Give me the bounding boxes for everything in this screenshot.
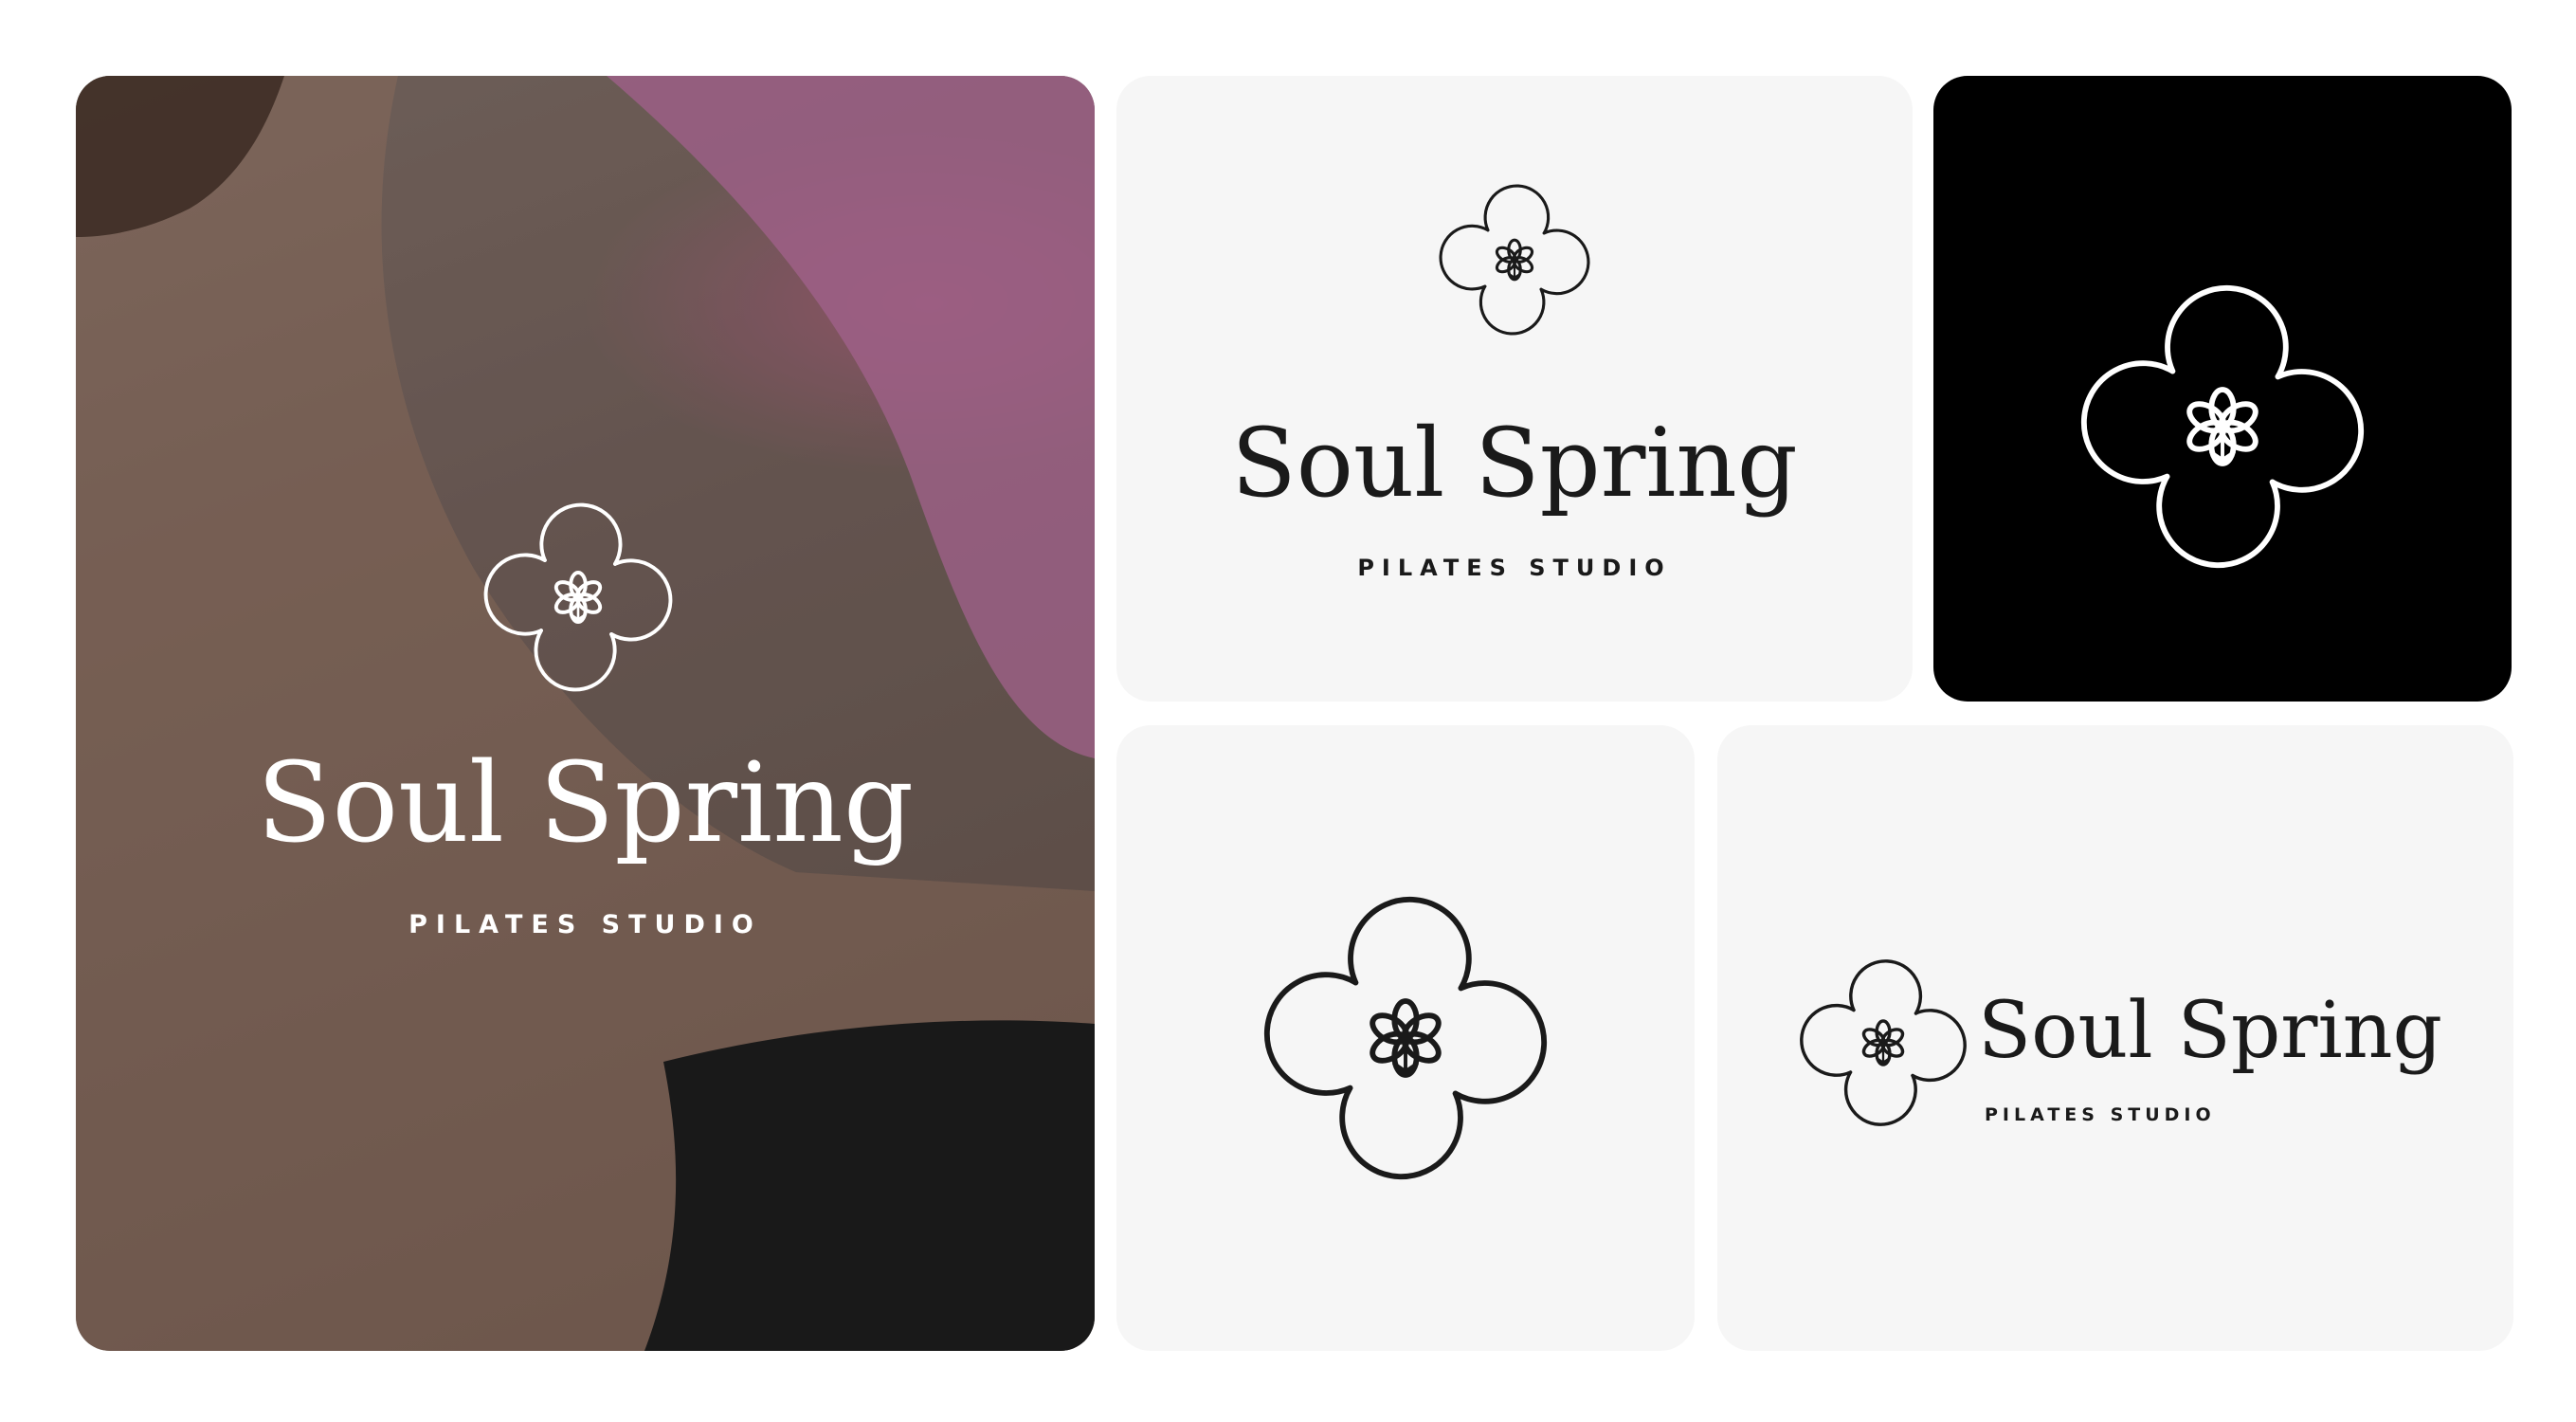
mark-dark-card (1933, 76, 2512, 702)
photo-logo-card: Soul Spring PILATES STUDIO (76, 76, 1095, 1351)
stacked-logo-card: Soul Spring PILATES STUDIO (1116, 76, 1913, 702)
brand-wordmark: Soul Spring (256, 739, 915, 867)
brand-tagline: PILATES STUDIO (1985, 1104, 2216, 1125)
flower-quatrefoil-icon (2038, 242, 2407, 611)
flower-quatrefoil-icon (1416, 161, 1613, 358)
brand-tagline: PILATES STUDIO (408, 910, 762, 939)
horizontal-logo-card: Soul Spring PILATES STUDIO (1717, 725, 2513, 1351)
brand-tagline: PILATES STUDIO (1357, 555, 1672, 581)
brand-wordmark: Soul Spring (1978, 986, 2443, 1076)
flower-quatrefoil-icon (455, 474, 701, 720)
flower-quatrefoil-icon (1221, 853, 1590, 1223)
flower-quatrefoil-icon (1774, 934, 1992, 1152)
mark-light-card (1116, 725, 1695, 1351)
brand-wordmark: Soul Spring (1231, 408, 1798, 519)
